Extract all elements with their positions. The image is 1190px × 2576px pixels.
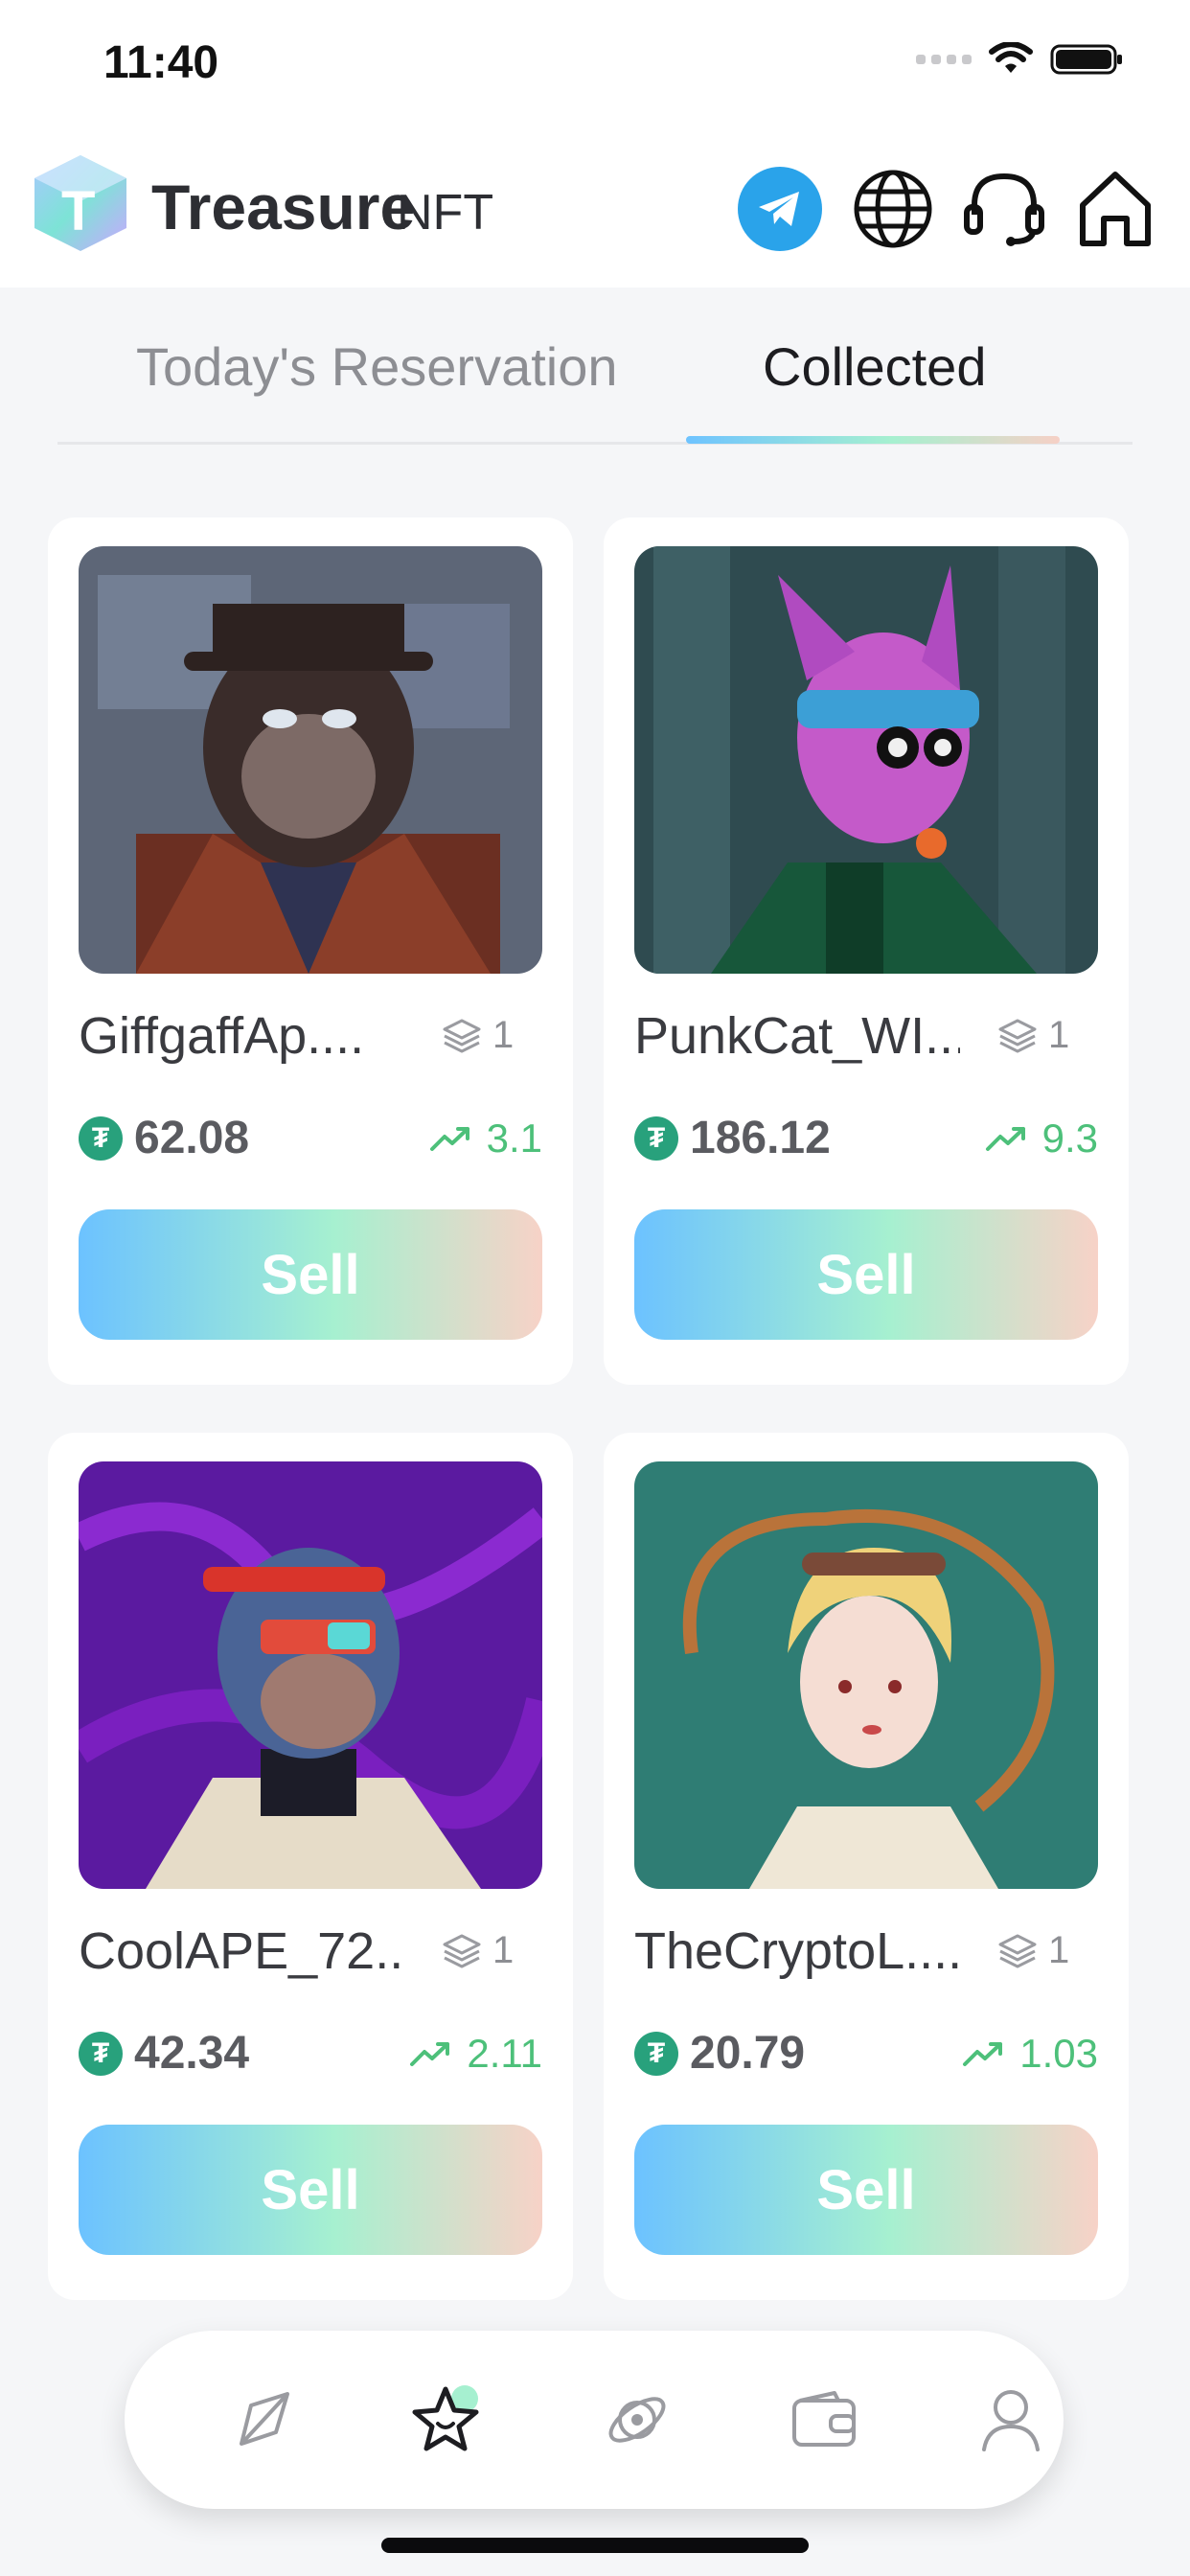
app-header: T Treasure NFT: [0, 125, 1190, 288]
profile-icon: [982, 2390, 1040, 2451]
brand-suffix: NFT: [397, 185, 494, 241]
explore-icon: [240, 2392, 289, 2446]
trend-up-icon: [410, 2042, 450, 2066]
home-icon: [1080, 172, 1151, 246]
nav-collection[interactable]: [406, 2377, 492, 2463]
nft-name: CoolAPE_72....: [79, 1922, 404, 1980]
sell-button[interactable]: Sell: [79, 1209, 542, 1340]
layers-icon: [998, 1019, 1037, 1052]
nft-card[interactable]: PunkCat_WI.... 1 ₮ 186.12 9.3 Sell: [604, 518, 1129, 1385]
home-button[interactable]: [1073, 167, 1157, 251]
nav-wallet[interactable]: [782, 2377, 868, 2463]
nft-name: GiffgaffAp....: [79, 1007, 365, 1065]
nav-orbit[interactable]: [594, 2377, 680, 2463]
price-row: ₮ 62.08: [79, 1112, 249, 1164]
trend-up-icon: [429, 1127, 469, 1151]
nft-image-coolape[interactable]: [79, 1461, 542, 1889]
collection-star-icon: [412, 2385, 479, 2451]
wifi-icon: [989, 42, 1033, 73]
svg-text:T: T: [61, 180, 95, 242]
usdt-icon: ₮: [79, 2031, 123, 2076]
price-change: 9.3: [985, 1116, 1098, 1162]
price-change-value: 3.1: [486, 1116, 542, 1161]
price-value: 62.08: [134, 1113, 250, 1163]
price-change-value: 9.3: [1041, 1116, 1098, 1161]
tab-collected[interactable]: Collected: [763, 335, 986, 412]
tab-bar: Today's Reservation Collected: [57, 335, 1133, 445]
layers-icon: [443, 1019, 481, 1052]
wallet-icon: [792, 2391, 856, 2447]
nft-image-cryptolady[interactable]: [634, 1461, 1098, 1889]
layers-icon: [443, 1934, 481, 1967]
status-bar: 11:40: [0, 0, 1190, 125]
edition-count: 1: [441, 1929, 514, 1972]
nft-name: PunkCat_WI....: [634, 1007, 960, 1065]
price-change: 3.1: [429, 1116, 542, 1162]
nft-card[interactable]: GiffgaffAp.... 1 ₮ 62.08 3.1 Sell: [48, 518, 573, 1385]
price-change-value: 1.03: [1019, 2031, 1098, 2076]
price-row: ₮ 20.79: [634, 2027, 805, 2080]
sell-button[interactable]: Sell: [634, 2125, 1098, 2255]
price-value: 186.12: [690, 1113, 831, 1163]
tab-todays-reservation[interactable]: Today's Reservation: [136, 335, 618, 412]
nft-name: TheCryptoL....: [634, 1922, 960, 1980]
nft-card[interactable]: CoolAPE_72.... 1 ₮ 42.34 2.11 Sell: [48, 1433, 573, 2300]
battery-icon: [1050, 44, 1122, 75]
usdt-icon: ₮: [634, 2031, 678, 2076]
telegram-icon: [759, 192, 799, 226]
price-row: ₮ 186.12: [634, 1112, 831, 1164]
edition-count-value: 1: [1048, 1014, 1070, 1056]
status-icons: [916, 42, 1125, 77]
nav-profile[interactable]: [968, 2377, 1054, 2463]
usdt-icon: ₮: [79, 1116, 123, 1161]
price-value: 42.34: [134, 2028, 250, 2079]
trend-up-icon: [963, 2042, 1003, 2066]
edition-count: 1: [441, 1014, 514, 1057]
language-button[interactable]: [851, 167, 935, 251]
edition-count-value: 1: [492, 1014, 515, 1056]
status-time: 11:40: [103, 37, 219, 88]
headset-icon: [964, 172, 1044, 246]
nft-card[interactable]: TheCryptoL.... 1 ₮ 20.79 1.03 Sell: [604, 1433, 1129, 2300]
edition-count: 1: [996, 1014, 1069, 1057]
edition-count: 1: [996, 1929, 1069, 1972]
sell-button[interactable]: Sell: [79, 2125, 542, 2255]
layers-icon: [998, 1934, 1037, 1967]
telegram-button[interactable]: [738, 167, 822, 251]
orbit-icon: [608, 2397, 666, 2443]
price-change: 2.11: [409, 2031, 542, 2077]
nft-image-punkcat[interactable]: [634, 546, 1098, 974]
cellular-signal-icon: [916, 55, 972, 64]
sell-button[interactable]: Sell: [634, 1209, 1098, 1340]
price-change-value: 2.11: [467, 2031, 542, 2076]
price-change: 1.03: [962, 2031, 1098, 2077]
home-indicator[interactable]: [381, 2538, 809, 2553]
bottom-navigation: [125, 2331, 1064, 2509]
price-row: ₮ 42.34: [79, 2027, 249, 2080]
usdt-icon: ₮: [634, 1116, 678, 1161]
trend-up-icon: [985, 1127, 1025, 1151]
globe-icon: [854, 170, 932, 248]
active-tab-indicator: [686, 436, 1060, 444]
support-button[interactable]: [962, 167, 1046, 251]
edition-count-value: 1: [492, 1929, 515, 1971]
price-value: 20.79: [690, 2028, 806, 2079]
treasure-logo-icon: T: [34, 155, 126, 251]
nft-image-gorilla[interactable]: [79, 546, 542, 974]
edition-count-value: 1: [1048, 1929, 1070, 1971]
nav-explore[interactable]: [220, 2377, 307, 2463]
brand-name: Treasure: [151, 172, 416, 242]
